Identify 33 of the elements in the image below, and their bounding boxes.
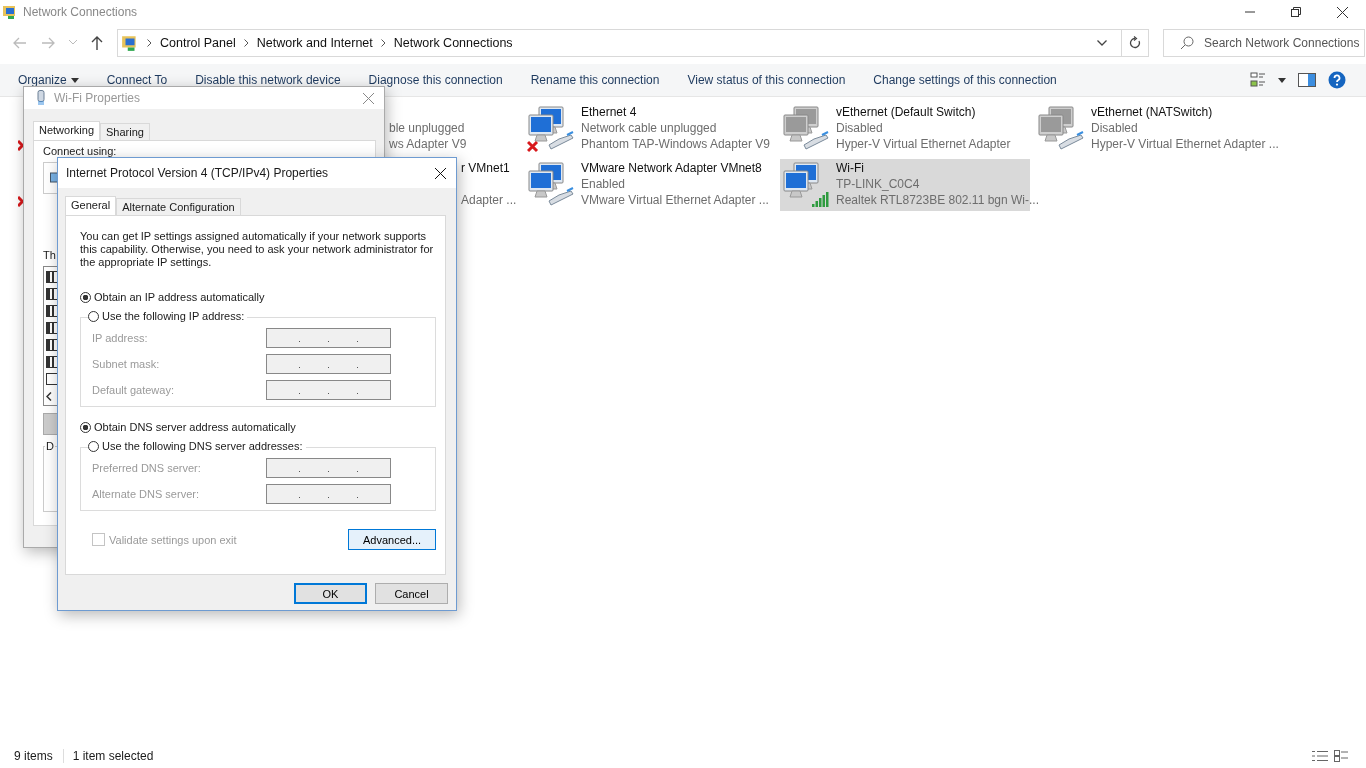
field-label: Subnet mask: [92, 358, 160, 370]
field-label: Default gateway: [92, 384, 174, 396]
connection-status: Disabled [836, 121, 883, 135]
connection-device: Adapter ... [461, 193, 517, 207]
group-label: D [45, 440, 55, 452]
connection-device: Hyper-V Virtual Ethernet Adapter [836, 137, 1011, 151]
field-label: IP address: [92, 332, 148, 344]
dialog-title: Wi-Fi Properties [54, 91, 140, 105]
connection-name: Wi-Fi [836, 161, 864, 175]
connection-status: Disabled [1091, 121, 1138, 135]
dialog-title: Internet Protocol Version 4 (TCP/IPv4) Properties [66, 166, 329, 180]
selection-count: 1 item selected [62, 749, 154, 763]
connection-status: Enabled [581, 177, 626, 191]
connection-status: Network cable unplugged [581, 121, 717, 135]
connection-status: ble unplugged [389, 121, 465, 135]
connection-device: VMware Virtual Ethernet Adapter ... [581, 193, 769, 207]
field-label: Connect using: [43, 145, 117, 157]
connection-name: VMware Network Adapter VMnet8 [581, 161, 762, 175]
window-title: Network Connections [23, 5, 138, 19]
connection-name: vEthernet (NATSwitch) [1091, 105, 1213, 119]
connection-name: Ethernet 4 [581, 105, 637, 119]
intro-text: You can get IP settings assigned automatically if your network supports this capability. Otherwise, you need to ask your network administrator for the appropriate IP settings. [80, 230, 435, 269]
connection-device: ws Adapter V9 [389, 137, 467, 151]
item-count: 9 items [14, 749, 53, 763]
connection-device: Realtek RTL8723BE 802.11 bgn Wi-... [836, 193, 1039, 207]
field-label: Th [43, 249, 56, 261]
connection-device: Hyper-V Virtual Ethernet Adapter ... [1091, 137, 1279, 151]
connection-device: Phantom TAP-Windows Adapter V9 [581, 137, 770, 151]
connection-name: r VMnet1 [461, 161, 510, 175]
connection-name: vEthernet (Default Switch) [836, 105, 976, 119]
connection-status: TP-LINK_C0C4 [836, 177, 920, 191]
field-label: Alternate DNS server: [92, 488, 199, 500]
field-label: Preferred DNS server: [92, 462, 201, 474]
